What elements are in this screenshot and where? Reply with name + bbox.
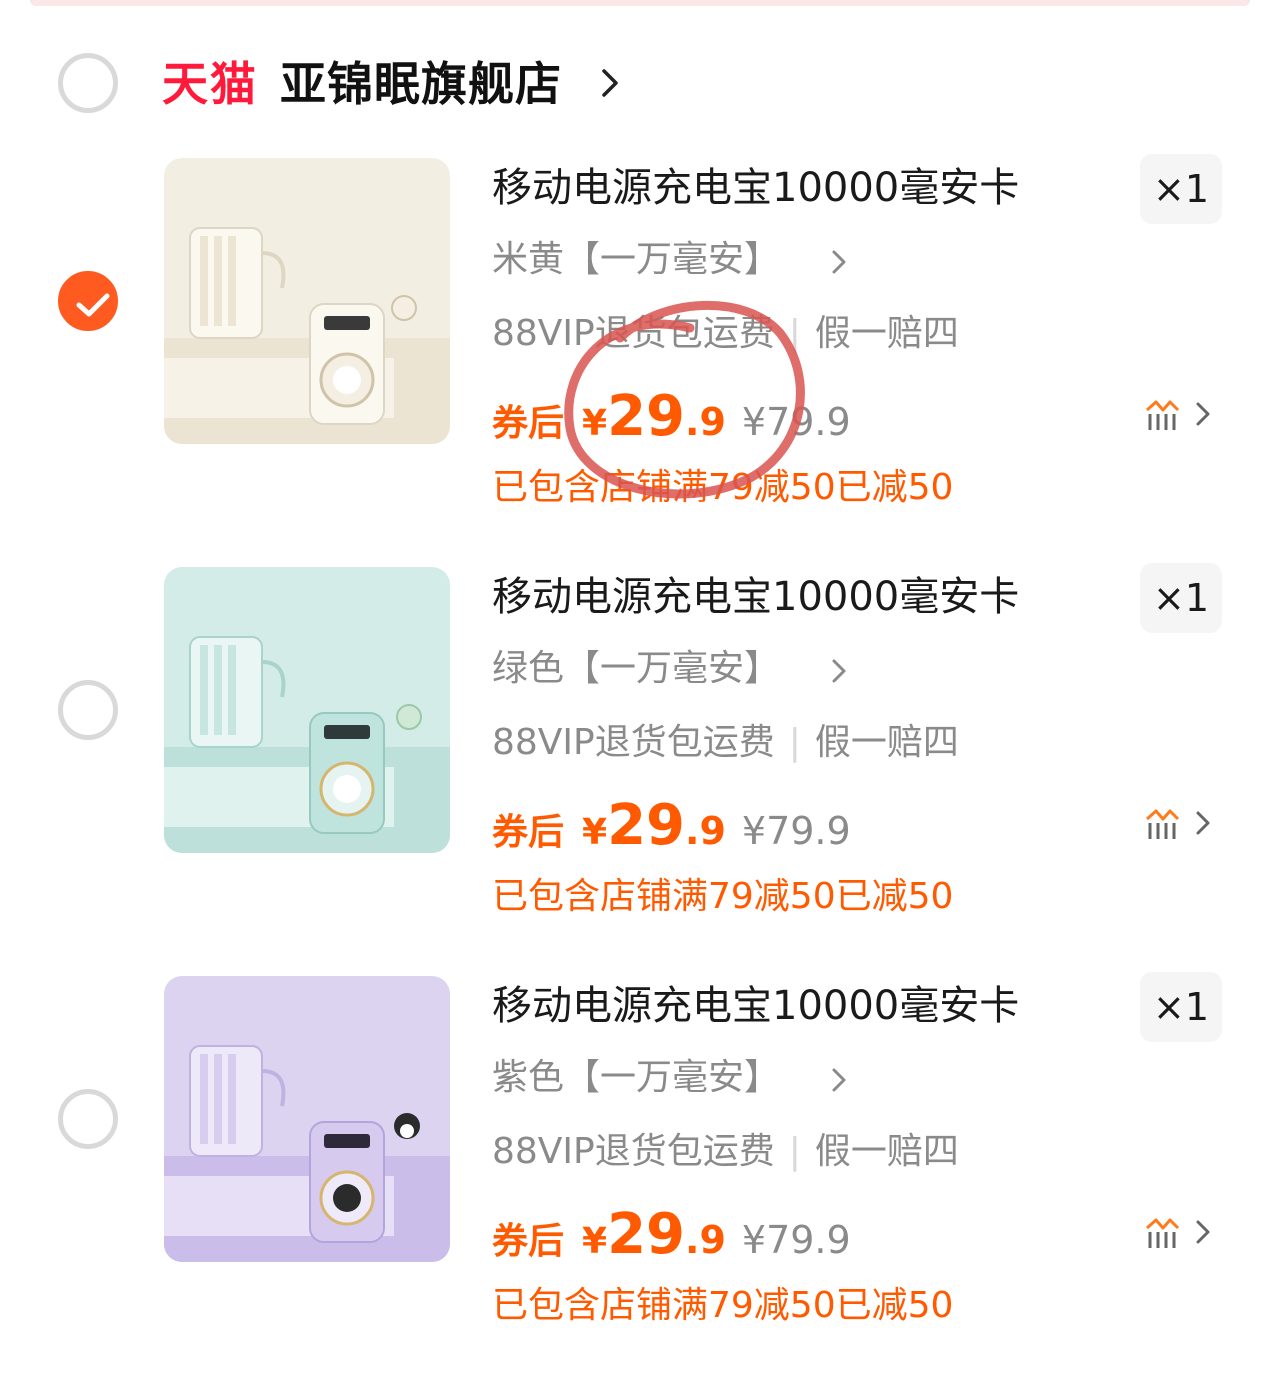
product-title[interactable]: 移动电源充电宝10000毫安卡 <box>492 162 1019 214</box>
product-title[interactable]: 移动电源充电宝10000毫安卡 <box>492 571 1019 623</box>
find-similar-icon[interactable] <box>1144 1216 1214 1252</box>
service-return-shipping: 88VIP退货包运费 <box>492 313 775 354</box>
price-integer: 29 <box>607 384 686 449</box>
item-select-radio[interactable] <box>58 1089 118 1149</box>
chevron-right-icon[interactable] <box>830 248 848 276</box>
currency-symbol: ¥ <box>582 1221 608 1262</box>
cart-item: 移动电源充电宝10000毫安卡 ×1 绿色【一万毫安】 88VIP退货包运费 | 假… <box>0 563 1279 947</box>
price-decimal: .9 <box>685 809 726 853</box>
service-tags: 88VIP退货包运费 | 假一赔四 <box>492 310 959 358</box>
price-integer: 29 <box>607 1202 686 1267</box>
cart-item: 移动电源充电宝10000毫安卡 ×1 米黄【一万毫安】 88VIP退货包运费 | 假… <box>0 154 1279 538</box>
sku-selector[interactable]: 米黄【一万毫安】 <box>492 236 780 284</box>
divider: | <box>788 1131 801 1172</box>
quantity-badge[interactable]: ×1 <box>1140 154 1222 224</box>
divider: | <box>788 313 801 354</box>
price-decimal: .9 <box>685 400 726 444</box>
promo-text: 已包含店铺满79减50已减50 <box>492 876 954 917</box>
cart-item: 移动电源充电宝10000毫安卡 ×1 紫色【一万毫安】 88VIP退货包运费 | 假… <box>0 972 1279 1356</box>
price-integer: 29 <box>607 793 686 858</box>
coupon-label: 券后 <box>492 1221 565 1262</box>
original-price: ¥79.9 <box>741 1218 851 1262</box>
check-icon <box>76 293 110 317</box>
quantity-badge[interactable]: ×1 <box>1140 563 1222 633</box>
item-select-radio[interactable] <box>58 271 118 331</box>
service-authentic: 假一赔四 <box>814 722 959 763</box>
coupon-label: 券后 <box>492 812 565 853</box>
find-similar-icon[interactable] <box>1144 398 1214 434</box>
sku-selector[interactable]: 紫色【一万毫安】 <box>492 1054 780 1102</box>
product-thumbnail[interactable] <box>164 158 450 444</box>
promo-text: 已包含店铺满79减50已减50 <box>492 467 954 508</box>
chevron-right-icon[interactable] <box>830 657 848 685</box>
service-return-shipping: 88VIP退货包运费 <box>492 722 775 763</box>
quantity-badge[interactable]: ×1 <box>1140 972 1222 1042</box>
original-price: ¥79.9 <box>741 809 851 853</box>
service-return-shipping: 88VIP退货包运费 <box>492 1131 775 1172</box>
item-select-radio[interactable] <box>58 680 118 740</box>
currency-symbol: ¥ <box>582 812 608 853</box>
shop-select-radio[interactable] <box>58 53 118 113</box>
product-thumbnail[interactable] <box>164 567 450 853</box>
price-row: 券后 ¥29.9 ¥79.9 <box>492 384 851 449</box>
shop-header: 天猫 亚锦眠旗舰店 <box>0 40 1279 130</box>
chevron-right-icon[interactable] <box>830 1066 848 1094</box>
product-title[interactable]: 移动电源充电宝10000毫安卡 <box>492 980 1019 1032</box>
chevron-right-icon[interactable] <box>600 68 620 98</box>
top-divider-strip <box>30 0 1250 6</box>
find-similar-icon[interactable] <box>1144 807 1214 843</box>
original-price: ¥79.9 <box>741 400 851 444</box>
price-row: 券后 ¥29.9 ¥79.9 <box>492 793 851 858</box>
coupon-label: 券后 <box>492 403 565 444</box>
service-tags: 88VIP退货包运费 | 假一赔四 <box>492 1128 959 1176</box>
sku-selector[interactable]: 绿色【一万毫安】 <box>492 645 780 693</box>
service-authentic: 假一赔四 <box>814 1131 959 1172</box>
product-thumbnail[interactable] <box>164 976 450 1262</box>
service-tags: 88VIP退货包运费 | 假一赔四 <box>492 719 959 767</box>
shop-name-link[interactable]: 亚锦眠旗舰店 <box>280 56 562 112</box>
price-decimal: .9 <box>685 1218 726 1262</box>
price-row: 券后 ¥29.9 ¥79.9 <box>492 1202 851 1267</box>
divider: | <box>788 722 801 763</box>
service-authentic: 假一赔四 <box>814 313 959 354</box>
tmall-logo: 天猫 <box>162 57 258 111</box>
promo-text: 已包含店铺满79减50已减50 <box>492 1285 954 1326</box>
currency-symbol: ¥ <box>582 403 608 444</box>
